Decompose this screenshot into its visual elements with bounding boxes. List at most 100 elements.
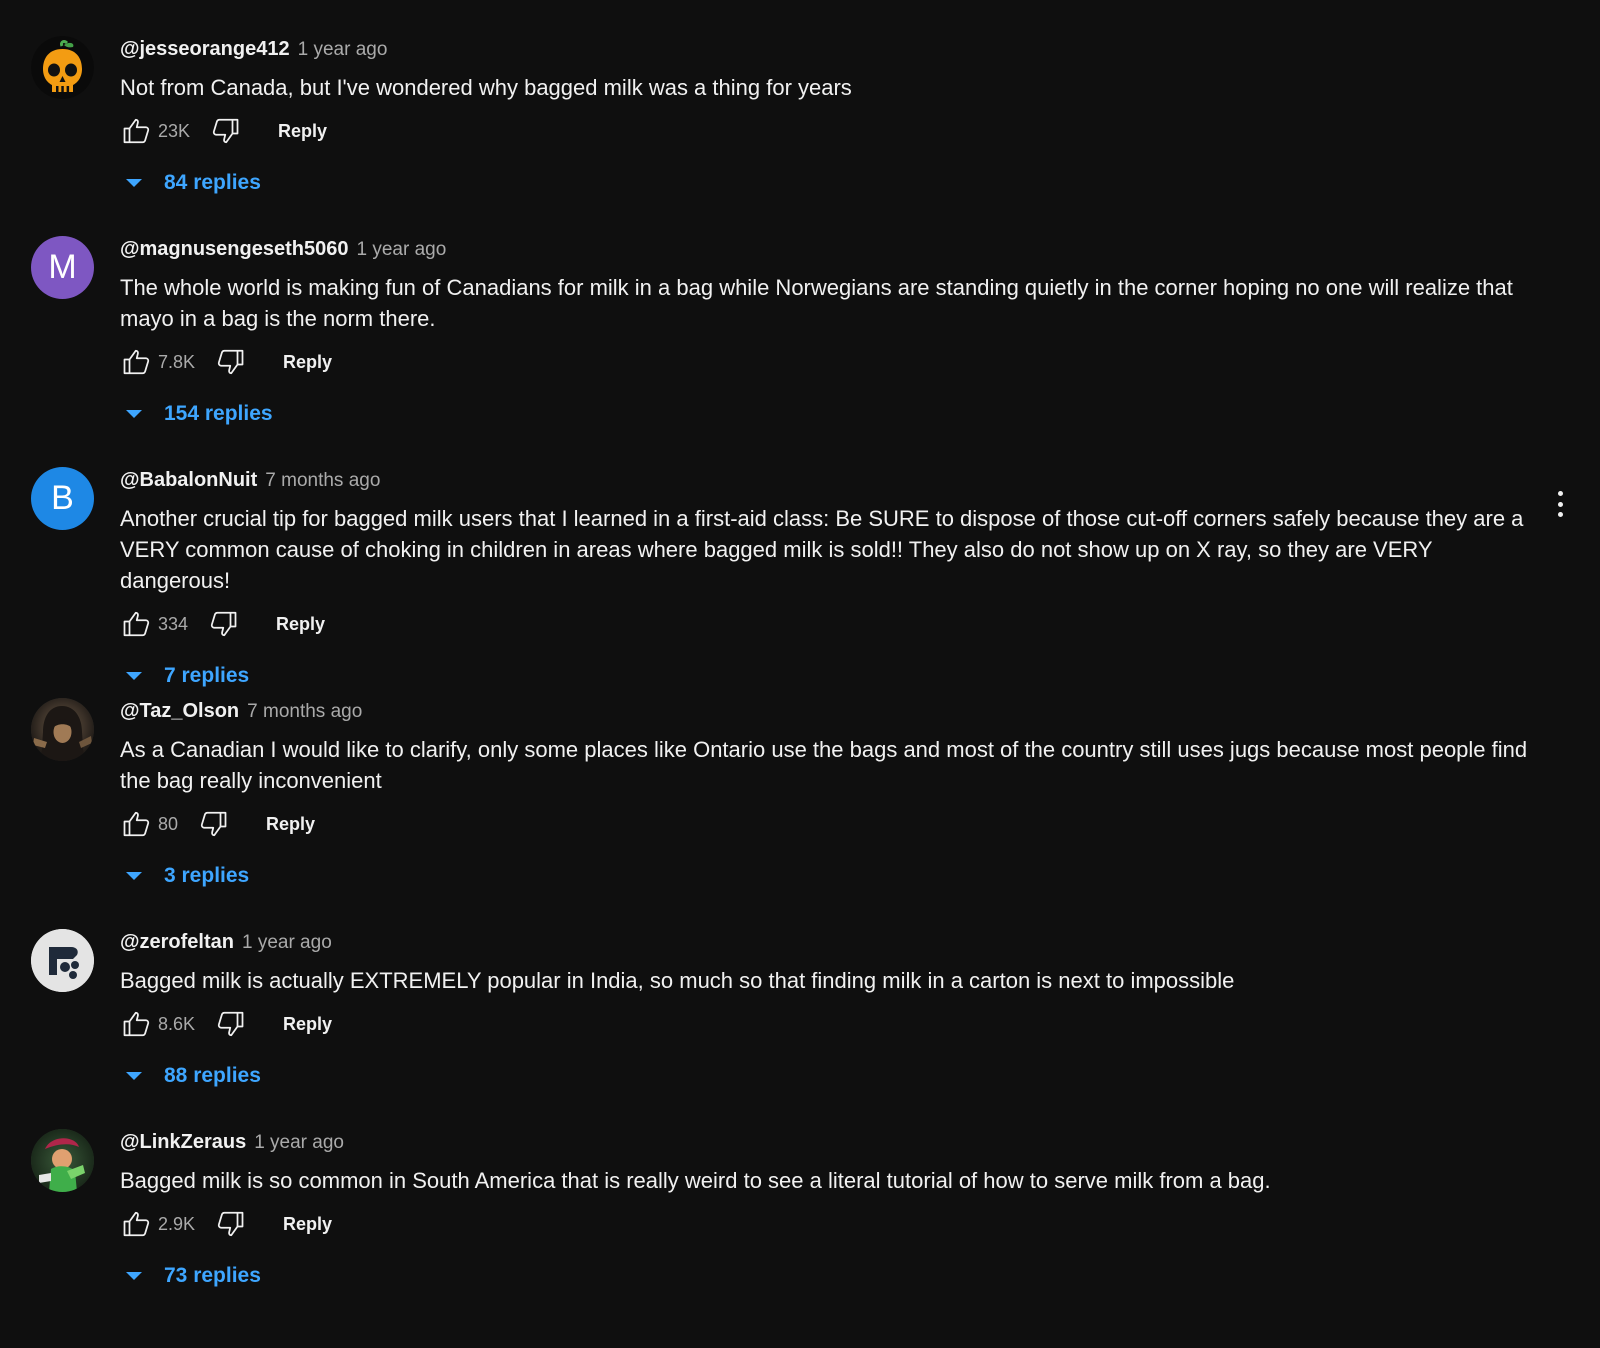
- comment-time[interactable]: 1 year ago: [242, 932, 332, 954]
- author-name[interactable]: @jesseorange412: [120, 38, 290, 61]
- comment-header: @jesseorange412 1 year ago: [120, 38, 1540, 66]
- like-count: 23K: [158, 120, 191, 141]
- avatar[interactable]: B: [31, 467, 94, 530]
- comment-time[interactable]: 7 months ago: [265, 470, 380, 492]
- dislike-button[interactable]: [213, 1007, 247, 1041]
- comment-actions: 2.9K Reply: [120, 1204, 1540, 1244]
- view-replies-button[interactable]: 3 replies: [126, 856, 1540, 896]
- thumbs-up-icon: [123, 1211, 150, 1237]
- thumbs-up-icon: [123, 1011, 150, 1037]
- reply-button[interactable]: Reply: [283, 352, 332, 373]
- dislike-button[interactable]: [213, 1207, 247, 1241]
- comment-actions: 8.6K Reply: [120, 1004, 1540, 1044]
- comment-time[interactable]: 1 year ago: [356, 239, 446, 261]
- reply-button[interactable]: Reply: [278, 121, 327, 142]
- comment-thread: @LinkZeraus 1 year ago Bagged milk is so…: [0, 1129, 1600, 1329]
- avatar[interactable]: [31, 929, 94, 992]
- author-name[interactable]: @zerofeltan: [120, 931, 234, 954]
- comment-text: As a Canadian I would like to clarify, o…: [120, 737, 1528, 793]
- like-count: 80: [158, 813, 179, 834]
- comment-thread: M @magnusengeseth5060 1 year ago The who…: [0, 236, 1600, 467]
- comment-text: Not from Canada, but I've wondered why b…: [120, 75, 852, 100]
- comment-actions: 23K Reply: [120, 111, 1540, 151]
- comment-header: @LinkZeraus 1 year ago: [120, 1131, 1540, 1159]
- comment-body: @zerofeltan 1 year ago Bagged milk is ac…: [120, 929, 1540, 1129]
- like-button[interactable]: [120, 1207, 154, 1241]
- thumbs-down-icon: [210, 611, 237, 637]
- view-replies-button[interactable]: 154 replies: [126, 394, 1540, 434]
- menu-dot: [1557, 501, 1563, 507]
- comment-header: @zerofeltan 1 year ago: [120, 931, 1540, 959]
- like-button[interactable]: [120, 114, 154, 148]
- avatar[interactable]: [31, 1129, 94, 1192]
- thumbs-up-icon: [123, 611, 150, 637]
- comment-time[interactable]: 7 months ago: [247, 701, 362, 723]
- view-replies-button[interactable]: 7 replies: [126, 656, 1540, 696]
- thumbs-up-icon: [123, 349, 150, 375]
- more-actions-icon[interactable]: [1550, 487, 1570, 521]
- thumbs-down-icon: [217, 1011, 244, 1037]
- comment-time[interactable]: 1 year ago: [254, 1132, 344, 1154]
- reply-button[interactable]: Reply: [266, 814, 315, 835]
- comment-text: Bagged milk is actually EXTREMELY popula…: [120, 968, 1235, 993]
- dislike-button[interactable]: [208, 114, 242, 148]
- comment-time[interactable]: 1 year ago: [298, 39, 388, 61]
- comment-body: @LinkZeraus 1 year ago Bagged milk is so…: [120, 1129, 1540, 1329]
- reply-button[interactable]: Reply: [283, 1214, 332, 1235]
- reply-button[interactable]: Reply: [283, 1014, 332, 1035]
- replies-count-label: 73 replies: [164, 1264, 261, 1287]
- caret-down-icon: [126, 1272, 142, 1280]
- author-name[interactable]: @BabalonNuit: [120, 469, 257, 492]
- comment-thread: @Taz_Olson 7 months ago As a Canadian I …: [0, 698, 1600, 929]
- avatar[interactable]: [31, 36, 94, 99]
- comment-thread: @zerofeltan 1 year ago Bagged milk is ac…: [0, 929, 1600, 1129]
- like-button[interactable]: [120, 807, 154, 841]
- comments-section: @jesseorange412 1 year ago Not from Cana…: [0, 0, 1600, 1329]
- author-name[interactable]: @magnusengeseth5060: [120, 238, 348, 261]
- replies-count-label: 88 replies: [164, 1064, 261, 1087]
- like-count: 7.8K: [158, 351, 196, 372]
- view-replies-button[interactable]: 88 replies: [126, 1056, 1540, 1096]
- comment-text: Bagged milk is so common in South Americ…: [120, 1168, 1271, 1193]
- comment-actions: 334 Reply: [120, 604, 1540, 644]
- avatar[interactable]: [31, 698, 94, 761]
- comment-body: @BabalonNuit 7 months ago Another crucia…: [120, 467, 1540, 698]
- replies-count-label: 84 replies: [164, 171, 261, 194]
- logo-icon: [31, 929, 94, 992]
- like-button[interactable]: [120, 345, 154, 379]
- author-name[interactable]: @Taz_Olson: [120, 700, 239, 723]
- caret-down-icon: [126, 872, 142, 880]
- like-button[interactable]: [120, 607, 154, 641]
- dislike-button[interactable]: [206, 607, 240, 641]
- thumbs-down-icon: [217, 349, 244, 375]
- caret-down-icon: [126, 179, 142, 187]
- avatar[interactable]: M: [31, 236, 94, 299]
- like-button[interactable]: [120, 1007, 154, 1041]
- reply-button[interactable]: Reply: [276, 614, 325, 635]
- thumbs-down-icon: [200, 811, 227, 837]
- avatar-letter: B: [51, 479, 74, 517]
- caret-down-icon: [126, 1072, 142, 1080]
- comment-actions: 80 Reply: [120, 804, 1540, 844]
- comment-body: @magnusengeseth5060 1 year ago The whole…: [120, 236, 1540, 467]
- comment-thread: B @BabalonNuit 7 months ago Another cruc…: [0, 467, 1600, 698]
- comment-text: The whole world is making fun of Canadia…: [120, 275, 1513, 331]
- character-icon: [31, 1129, 94, 1192]
- menu-dot: [1557, 512, 1563, 517]
- dislike-button[interactable]: [196, 807, 230, 841]
- replies-count-label: 7 replies: [164, 664, 250, 687]
- replies-count-label: 3 replies: [164, 864, 250, 887]
- replies-count-label: 154 replies: [164, 402, 273, 425]
- comment-body: @Taz_Olson 7 months ago As a Canadian I …: [120, 698, 1540, 929]
- view-replies-button[interactable]: 73 replies: [126, 1256, 1540, 1296]
- comment-body: @jesseorange412 1 year ago Not from Cana…: [120, 36, 1540, 236]
- view-replies-button[interactable]: 84 replies: [126, 163, 1540, 203]
- like-count: 2.9K: [158, 1213, 196, 1234]
- thumbs-down-icon: [217, 1211, 244, 1237]
- caret-down-icon: [126, 410, 142, 418]
- author-name[interactable]: @LinkZeraus: [120, 1131, 246, 1154]
- thumbs-up-icon: [123, 118, 150, 144]
- like-count: 8.6K: [158, 1013, 196, 1034]
- dislike-button[interactable]: [213, 345, 247, 379]
- thumbs-down-icon: [212, 118, 239, 144]
